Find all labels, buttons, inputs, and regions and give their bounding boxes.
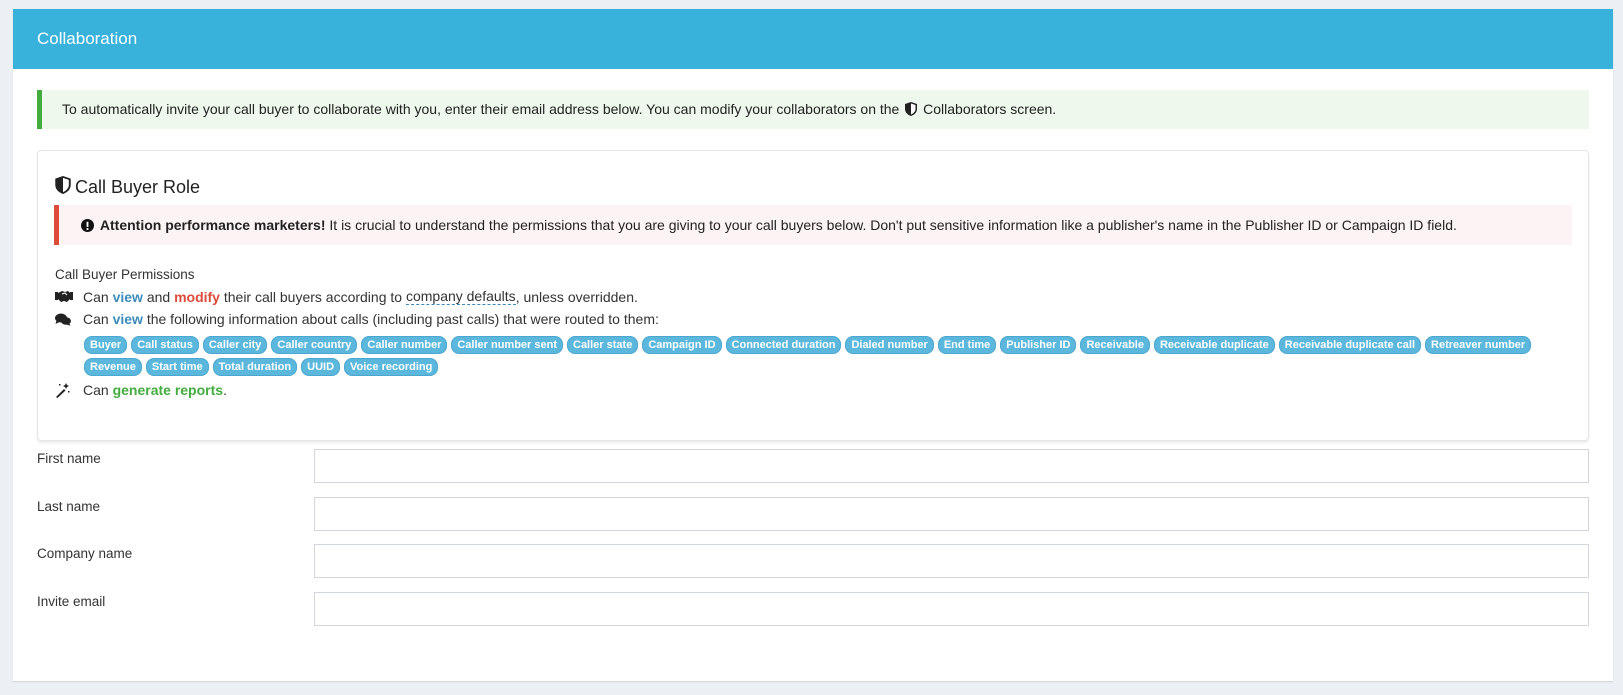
tag: Receivable duplicate: [1153, 336, 1275, 354]
info-callout: To automatically invite your call buyer …: [37, 90, 1589, 129]
permissions-heading: Call Buyer Permissions: [55, 267, 195, 282]
tag: Caller country: [271, 336, 358, 354]
tag: Start time: [145, 358, 209, 376]
company-defaults-link[interactable]: company defaults: [405, 288, 516, 305]
tag: Receivable duplicate call: [1278, 336, 1422, 354]
panel-title: Collaboration: [13, 9, 1613, 69]
perm1-and: and: [146, 288, 171, 305]
exclamation-circle-icon: [81, 207, 94, 247]
tag: Voice recording: [344, 358, 439, 376]
tag: Caller state: [567, 336, 639, 354]
tag: Campaign ID: [642, 336, 722, 354]
info-text: To automatically invite your call buyer …: [62, 101, 900, 117]
call-fields-tag-list: Buyer Call status Caller city Caller cou…: [84, 336, 1554, 376]
comments-icon: [55, 313, 83, 326]
permission-generate-reports: Can generate reports .: [55, 382, 227, 398]
perm1-mid: their call buyers according to: [223, 288, 403, 305]
last-name-input[interactable]: [314, 497, 1589, 531]
first-name-row: First name: [37, 449, 1589, 483]
tag: Retreaver number: [1425, 336, 1532, 354]
tag: Caller city: [202, 336, 268, 354]
role-title: Call Buyer Role: [55, 176, 200, 199]
perm1-modify: modify: [174, 288, 220, 305]
permission-view-calls: Can view the following information about…: [55, 311, 659, 327]
tag: Publisher ID: [1000, 336, 1077, 354]
tag: End time: [937, 336, 997, 354]
invite-email-label: Invite email: [37, 594, 106, 609]
tag: Connected duration: [725, 336, 842, 354]
last-name-row: Last name: [37, 497, 1589, 531]
tag: Revenue: [84, 358, 142, 376]
handshake-icon: [55, 290, 83, 303]
company-name-input[interactable]: [314, 544, 1589, 578]
permission-modify-buyers: Can view and modify their call buyers ac…: [55, 288, 638, 305]
perm3-reports: generate reports: [112, 382, 224, 398]
shield-icon: [905, 92, 918, 131]
collaborators-link[interactable]: Collaborators screen.: [923, 101, 1056, 117]
perm1-view: view: [112, 288, 143, 305]
first-name-input[interactable]: [314, 449, 1589, 483]
call-buyer-role-box: Call Buyer Role Attention performance ma…: [37, 150, 1589, 441]
invite-email-input[interactable]: [314, 592, 1589, 626]
perm2-text: the following information about calls (i…: [146, 311, 659, 327]
tag: Caller number sent: [451, 336, 563, 354]
attention-alert: Attention performance marketers! It is c…: [54, 205, 1572, 245]
tag: Total duration: [212, 358, 298, 376]
shield-icon: [55, 176, 71, 199]
perm1-end: , unless overridden.: [515, 288, 638, 305]
perm3-can: Can: [83, 382, 109, 398]
alert-text: It is crucial to understand the permissi…: [329, 217, 1457, 233]
tag: Receivable: [1080, 336, 1150, 354]
tag: Call status: [131, 336, 199, 354]
perm2-can: Can: [83, 311, 109, 327]
perm3-end: .: [223, 382, 227, 398]
company-name-label: Company name: [37, 546, 133, 561]
perm2-view: view: [112, 311, 143, 327]
role-title-text: Call Buyer Role: [75, 177, 201, 197]
tag: UUID: [301, 358, 341, 376]
tag: Caller number: [361, 336, 448, 354]
invite-email-row: Invite email: [37, 592, 1589, 626]
tag: Buyer: [84, 336, 128, 354]
alert-strong: Attention performance marketers!: [99, 217, 326, 233]
last-name-label: Last name: [37, 499, 101, 514]
magic-wand-icon: [55, 382, 83, 398]
collaboration-panel: Collaboration To automatically invite yo…: [13, 9, 1613, 681]
company-name-row: Company name: [37, 544, 1589, 578]
tag: Dialed number: [845, 336, 934, 354]
perm1-can: Can: [83, 288, 109, 305]
first-name-label: First name: [37, 451, 101, 466]
